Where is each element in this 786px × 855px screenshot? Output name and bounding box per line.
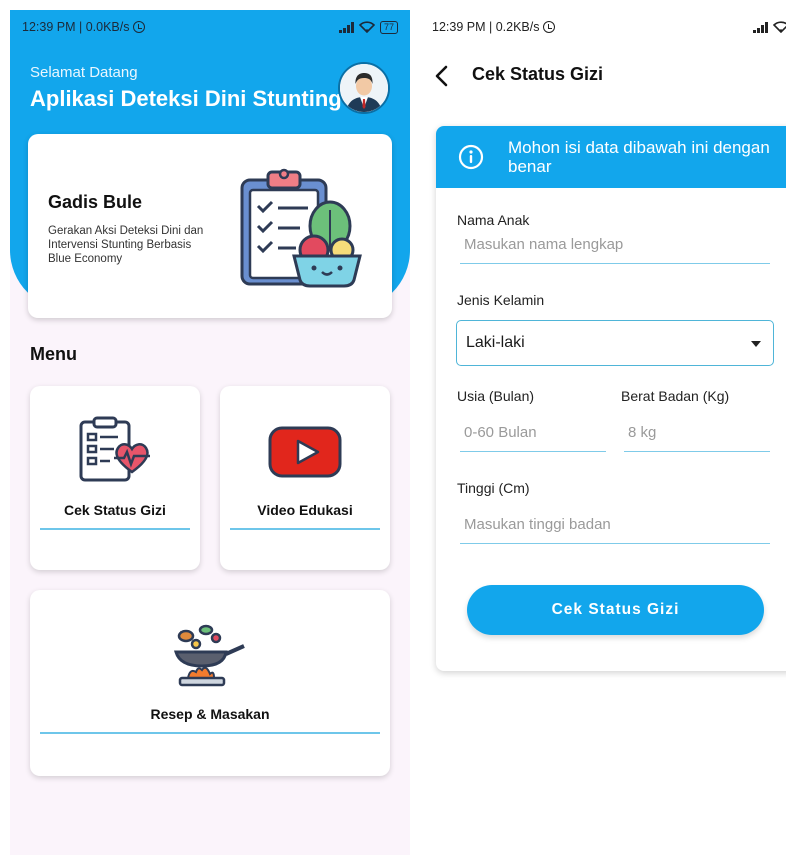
welcome-text: Selamat Datang	[30, 64, 138, 81]
battery-icon: 77	[379, 20, 398, 34]
alarm-icon	[133, 21, 146, 33]
back-arrow-icon[interactable]	[432, 64, 452, 88]
status-bar: 12:39 PM | 0.2KB/s 77	[432, 20, 786, 34]
berat-badan-input[interactable]	[624, 420, 770, 452]
wifi-icon	[358, 21, 375, 33]
status-time: 12:39 PM | 0.0KB/s	[22, 20, 130, 34]
menu-item-label: Cek Status Gizi	[64, 502, 166, 518]
cek-status-gizi-screen: 12:39 PM | 0.2KB/s 77 Cek Status Gizi Mo…	[420, 10, 786, 855]
menu-title: Menu	[30, 344, 77, 364]
alarm-icon	[543, 21, 556, 33]
signal-icon	[339, 21, 354, 33]
info-icon	[458, 144, 484, 170]
divider	[230, 528, 380, 530]
jenis-kelamin-value: Laki-laki	[466, 334, 525, 351]
jenis-kelamin-select[interactable]: Laki-laki	[456, 320, 774, 366]
signal-icon	[753, 21, 768, 33]
home-screen: 12:39 PM | 0.0KB/s 77 Selamat Datang Apl…	[10, 10, 410, 855]
clipboard-food-icon	[240, 168, 362, 288]
hero-title: Gadis Bule	[48, 192, 143, 212]
user-avatar-icon	[340, 64, 388, 112]
tinggi-input[interactable]	[460, 512, 770, 544]
hero-description: Gerakan Aksi Deteksi Dini dan Intervensi…	[48, 225, 204, 265]
nama-anak-label: Nama Anak	[457, 212, 530, 228]
wifi-icon	[772, 21, 786, 33]
jenis-kelamin-label: Jenis Kelamin	[457, 292, 545, 308]
divider	[40, 732, 380, 734]
dropdown-caret-icon	[751, 341, 761, 347]
form-card: Mohon isi data dibawah ini dengan benar …	[436, 126, 786, 671]
cek-status-gizi-button[interactable]: Cek Status Gizi	[467, 585, 764, 635]
avatar[interactable]	[338, 62, 390, 114]
menu-card-resep-masakan[interactable]: Resep & Masakan	[30, 590, 390, 776]
nama-anak-input[interactable]	[460, 232, 770, 264]
usia-input[interactable]	[460, 420, 606, 452]
health-checklist-icon	[79, 416, 150, 482]
menu-card-video-edukasi[interactable]: Video Edukasi	[220, 386, 390, 570]
cooking-pan-icon	[174, 624, 245, 687]
tinggi-label: Tinggi (Cm)	[457, 480, 530, 496]
menu-item-label: Resep & Masakan	[150, 706, 270, 722]
usia-label: Usia (Bulan)	[457, 388, 535, 404]
app-title: Aplikasi Deteksi Dini Stunting	[30, 86, 342, 111]
video-play-icon	[268, 426, 342, 478]
info-banner: Mohon isi data dibawah ini dengan benar	[436, 126, 786, 188]
menu-item-label: Video Edukasi	[257, 502, 353, 518]
hero-card: Gadis Bule Gerakan Aksi Deteksi Dini dan…	[28, 134, 392, 318]
menu-card-cek-status-gizi[interactable]: Cek Status Gizi	[30, 386, 200, 570]
divider	[40, 528, 190, 530]
berat-badan-label: Berat Badan (Kg)	[621, 388, 730, 404]
status-bar: 12:39 PM | 0.0KB/s 77	[22, 20, 398, 34]
page-title: Cek Status Gizi	[472, 64, 604, 84]
status-time: 12:39 PM | 0.2KB/s	[432, 20, 540, 34]
info-message: Mohon isi data dibawah ini dengan benar	[508, 138, 770, 176]
